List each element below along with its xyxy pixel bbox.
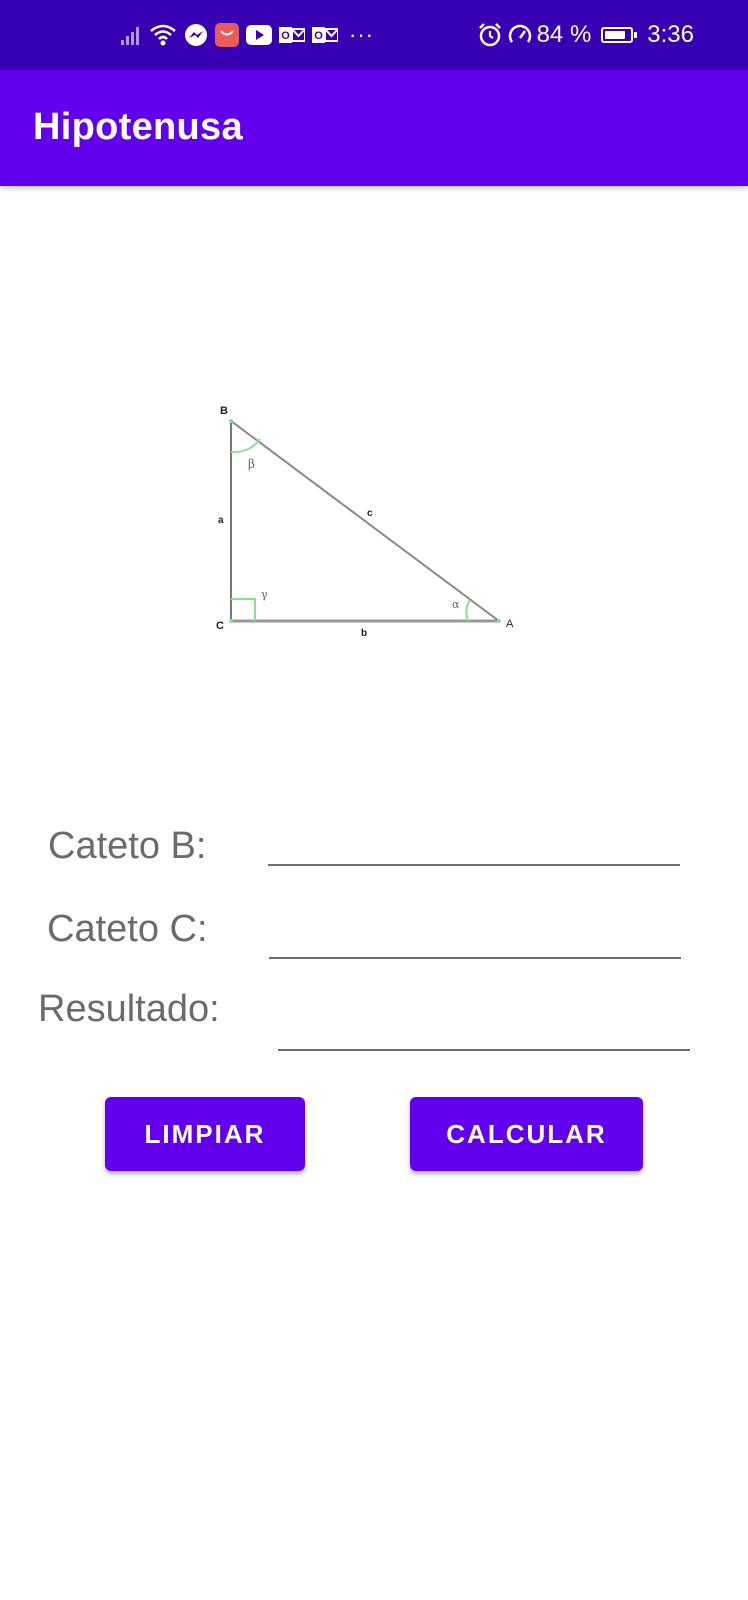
app-title: Hipotenusa — [33, 106, 243, 148]
triangle-diagram: B C A a b c β γ α — [216, 405, 514, 639]
side-a-label: a — [218, 515, 224, 526]
battery-icon — [601, 27, 638, 43]
battery-percentage: 84 % — [536, 21, 592, 48]
vertex-c-label: C — [216, 620, 224, 632]
right-angle-marker — [231, 598, 256, 621]
vertex-a-dot — [497, 619, 501, 623]
vertex-a-label: A — [506, 618, 514, 630]
status-bar-system: 84 % 3:36 — [477, 0, 694, 70]
messenger-icon — [185, 24, 207, 46]
alpha-arc — [465, 599, 471, 622]
outlook-icon: O — [312, 27, 338, 43]
cateto-c-input[interactable] — [269, 919, 681, 959]
clear-button[interactable]: LIMPIAR — [105, 1097, 305, 1171]
youtube-icon — [246, 25, 272, 45]
cateto-b-label: Cateto B: — [48, 825, 207, 867]
side-c-line — [230, 420, 500, 622]
resultado-label: Resultado: — [38, 988, 220, 1030]
app-bar: Hipotenusa — [0, 70, 748, 186]
huawei-icon — [215, 23, 239, 47]
screen: O O ··· 84 % 3:36 Hipotenusa B C A a b c… — [0, 0, 748, 1600]
status-bar-notifications: O O ··· — [120, 0, 374, 70]
clock: 3:36 — [647, 21, 694, 48]
signal-icon — [121, 27, 139, 45]
outlook-icon: O — [279, 27, 305, 43]
more-notifications-icon: ··· — [349, 22, 374, 47]
status-bar: O O ··· 84 % 3:36 — [0, 0, 748, 70]
side-c-label: c — [367, 508, 373, 519]
angle-gamma-label: γ — [261, 588, 268, 601]
cateto-b-input[interactable] — [268, 826, 680, 866]
calculate-button[interactable]: CALCULAR — [410, 1097, 643, 1171]
vertex-b-label: B — [220, 405, 228, 417]
vertex-c-dot — [229, 619, 233, 623]
beta-arc — [230, 438, 261, 454]
data-saver-icon — [508, 24, 531, 43]
vertex-b-dot — [229, 419, 233, 423]
angle-beta-label: β — [248, 457, 255, 471]
cateto-c-label: Cateto C: — [47, 908, 208, 950]
angle-alpha-label: α — [452, 598, 460, 611]
alarm-icon — [478, 23, 501, 47]
svg-text:O: O — [281, 30, 290, 42]
resultado-input[interactable] — [278, 1011, 690, 1051]
side-b-label: b — [361, 628, 367, 639]
wifi-icon — [150, 24, 176, 46]
svg-text:O: O — [314, 30, 323, 42]
